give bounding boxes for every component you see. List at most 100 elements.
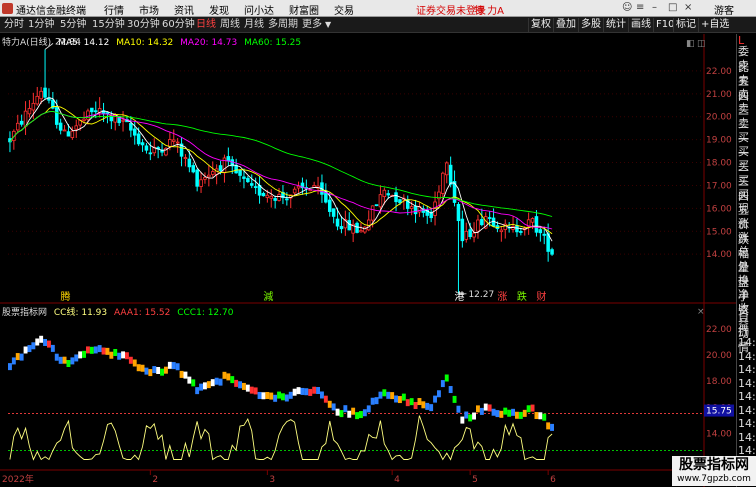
period-weekly[interactable]: 周线 [220, 18, 240, 32]
period-60min[interactable]: 60分钟 [162, 18, 195, 32]
indicator-block [284, 394, 289, 402]
indicator-block [331, 403, 336, 411]
indicator-block [335, 408, 340, 416]
user-icon[interactable]: ☺ [622, 2, 632, 13]
price-tick: 16.00 [706, 204, 732, 214]
sub-indicator-name[interactable]: 股票指标网 [2, 308, 47, 318]
maximize-icon[interactable]: □ [668, 2, 677, 13]
indicator-block [538, 412, 543, 420]
overlay-button[interactable]: 叠加 [553, 18, 578, 32]
indicator-block [144, 367, 149, 375]
indicator-block [273, 394, 278, 402]
candle-body [246, 177, 250, 183]
more-dropdown-icon[interactable]: ▼ [325, 18, 331, 32]
indicator-block [199, 383, 203, 391]
close-icon[interactable]: × [684, 2, 692, 13]
indicator-block [214, 377, 219, 385]
indicator-block [97, 345, 102, 353]
restore-rights-button[interactable]: 复权 [528, 18, 553, 32]
menu-item-market[interactable]: 市场 [139, 2, 159, 17]
period-multi[interactable]: 多周期 [268, 18, 298, 32]
indicator-block [23, 346, 28, 354]
pane-settings-icon[interactable]: ◧ [686, 39, 695, 49]
event-marker[interactable]: 腾 [61, 290, 71, 303]
sub-tick: 14.00 [706, 429, 732, 439]
indicator-block [226, 373, 231, 381]
indicator-block [374, 397, 379, 405]
indicator-block [125, 352, 129, 360]
sub-pane-close-icon[interactable]: × [697, 307, 705, 317]
candle-body [249, 183, 254, 186]
event-marker[interactable]: 涨 [497, 291, 507, 303]
period-1min[interactable]: 1分钟 [28, 18, 54, 32]
indicator-block [35, 338, 40, 346]
candle-body [70, 130, 75, 138]
period-15min[interactable]: 15分钟 [92, 18, 125, 32]
candle-body [175, 141, 180, 144]
indicator-block [288, 391, 293, 399]
period-5min[interactable]: 5分钟 [60, 18, 86, 32]
indicator-block [242, 382, 246, 390]
period-more[interactable]: 更多 [302, 18, 322, 32]
indicator-block [320, 391, 324, 399]
menu-icon[interactable]: ≡ [636, 2, 644, 13]
event-marker[interactable]: 跌 [517, 290, 527, 303]
event-marker[interactable]: 财 [536, 290, 546, 303]
period-monthly[interactable]: 月线 [244, 18, 264, 32]
indicator-block [456, 405, 461, 413]
indicator-block [8, 363, 12, 371]
menu-item-discover[interactable]: 发现 [209, 2, 229, 17]
indicator-block [230, 376, 235, 384]
statistics-button[interactable]: 统计 [603, 18, 628, 32]
menu-item-quotes[interactable]: 行情 [104, 2, 124, 17]
guest-label[interactable]: 游客 [714, 2, 734, 17]
indicator-block [522, 409, 527, 417]
menu-item-news[interactable]: 资讯 [174, 2, 194, 17]
mark-button[interactable]: 标记 [673, 18, 698, 32]
indicator-block [78, 351, 83, 359]
indicator-block [128, 356, 133, 364]
indicator-block [109, 351, 114, 359]
indicator-block [433, 395, 437, 403]
menu-item-trade[interactable]: 交易 [334, 2, 354, 17]
legend-ma20: MA20: 14.73 [180, 38, 238, 48]
indicator-block [117, 352, 122, 360]
chart-svg[interactable]: 22.00 21.00 20.00 19.00 18.00 17.00 16.00 15.00… [0, 34, 736, 487]
candle-body [27, 108, 32, 115]
indicator-block [359, 411, 363, 419]
indicator-block [281, 393, 285, 401]
event-marker[interactable]: 港 [454, 291, 464, 303]
period-tick[interactable]: 分时 [4, 18, 24, 32]
indicator-block [101, 347, 106, 355]
indicator-block [491, 408, 496, 416]
menu-item-wealth[interactable]: 财富圈 [289, 2, 319, 17]
indicator-block [86, 346, 90, 354]
candle-body [261, 192, 266, 197]
indicator-block [355, 412, 359, 420]
menu-item-assistant[interactable]: 问小达 [244, 2, 274, 17]
indicator-block [206, 381, 211, 389]
period-30min[interactable]: 30分钟 [127, 18, 160, 32]
candle-body [74, 125, 79, 130]
indicator-block [238, 381, 242, 389]
pane-maximize-icon[interactable]: ◫ [697, 39, 706, 49]
chart-area[interactable]: 22.00 21.00 20.00 19.00 18.00 17.00 16.00 15.00… [0, 34, 736, 487]
indicator-block [511, 408, 515, 416]
period-daily[interactable]: 日线 [196, 18, 216, 32]
minimize-icon[interactable]: – [652, 2, 657, 13]
indicator-block [105, 347, 110, 355]
indicator-block [394, 395, 398, 403]
candle-body [35, 95, 40, 105]
date-axis-year: 2022年 [2, 473, 34, 485]
multi-stock-button[interactable]: 多股 [578, 18, 603, 32]
indicator-block [66, 360, 71, 368]
candle-body [144, 145, 149, 151]
draw-line-button[interactable]: 画线 [628, 18, 653, 32]
price-tick: 21.00 [706, 90, 732, 100]
indicator-block [15, 353, 20, 361]
candle-body [58, 122, 63, 131]
event-marker[interactable]: 減 [263, 290, 273, 303]
indicator-block [366, 405, 371, 413]
candle-body [203, 177, 207, 180]
add-favorite-button[interactable]: +自选 [698, 18, 731, 32]
